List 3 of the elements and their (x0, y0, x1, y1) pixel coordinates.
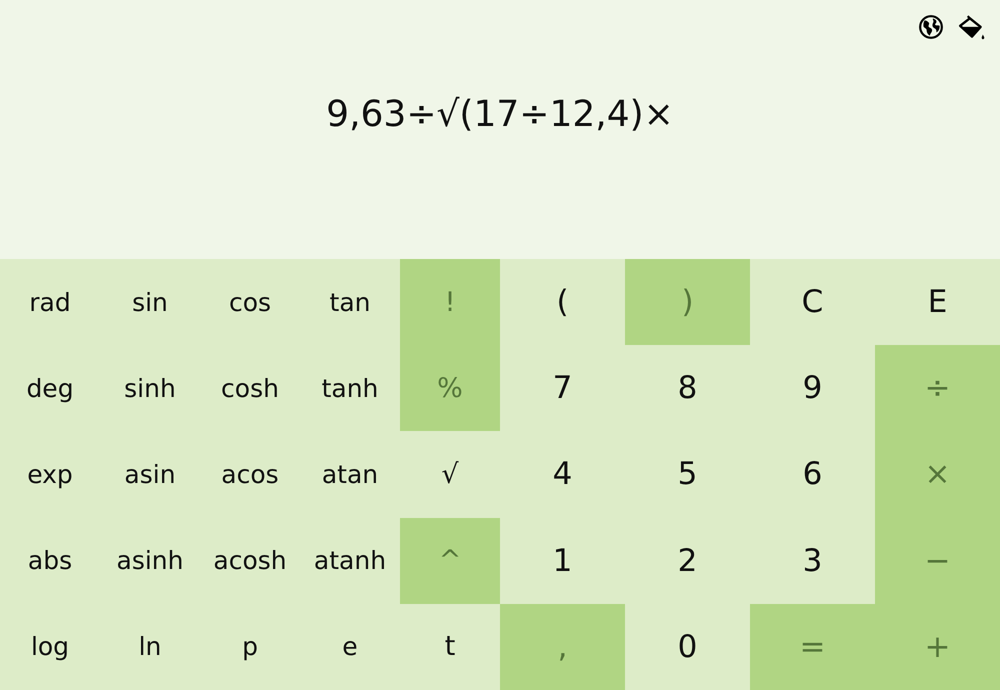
expression-text: 9,63÷√(17÷12,4)× (326, 94, 674, 135)
globe-icon[interactable] (918, 14, 944, 40)
paint-bucket-icon[interactable] (958, 14, 986, 42)
